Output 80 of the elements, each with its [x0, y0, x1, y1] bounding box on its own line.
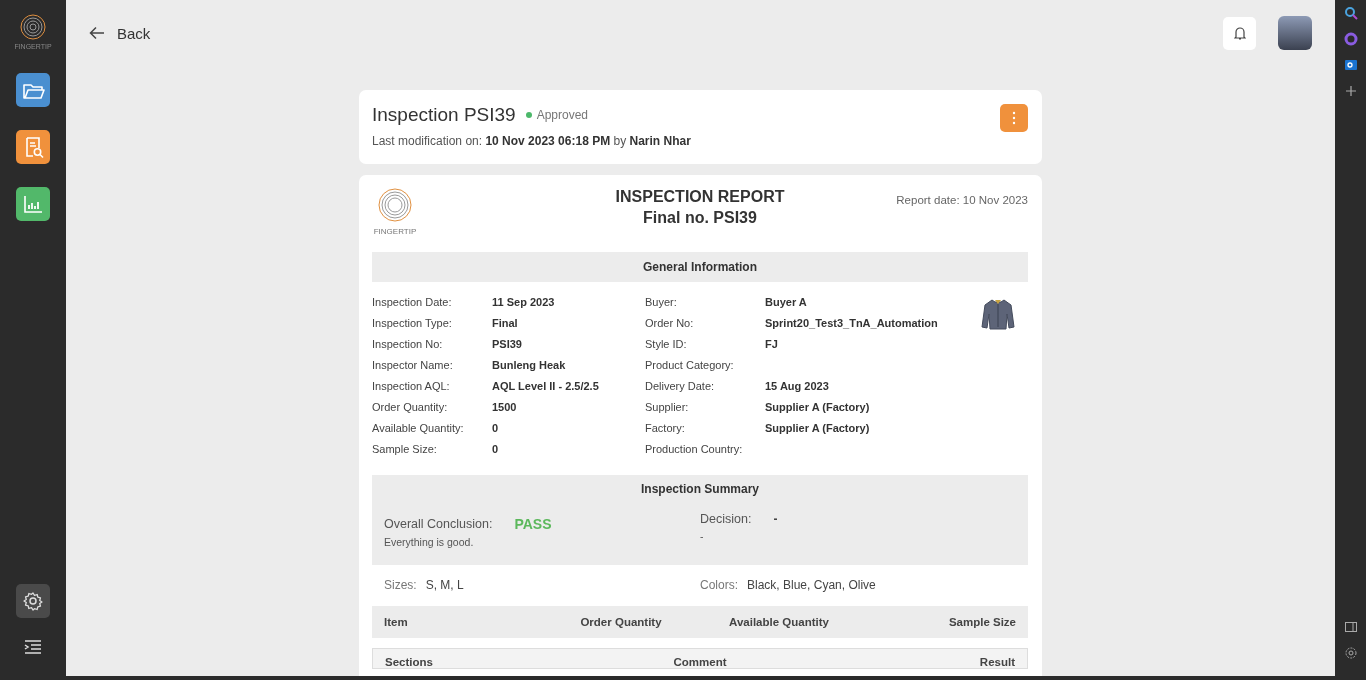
section-heading: Inspection Summary: [640, 482, 760, 496]
bell-icon: [1233, 26, 1246, 40]
decision-value: -: [773, 512, 778, 526]
back-button[interactable]: Back: [89, 24, 151, 42]
report-title: INSPECTION REPORT: [615, 188, 785, 206]
field-value: Bunleng Heak: [492, 359, 567, 373]
report-date: Report date: 10 Nov 2023: [895, 193, 1028, 206]
status-label: Approved: [536, 108, 589, 122]
field-label: Inspection Type:: [372, 317, 453, 331]
column-header: Item: [384, 616, 409, 628]
field-label: Order No:: [645, 317, 695, 331]
field-label: Inspection AQL:: [372, 380, 451, 394]
field-label: Style ID:: [645, 338, 688, 352]
field-label: Colors:: [700, 578, 738, 592]
field-label: Available Quantity:: [372, 422, 465, 436]
field-value: Sprint20_Test3_TnA_Automation: [765, 317, 939, 331]
field-value: AQL Level II - 2.5/2.5: [492, 380, 600, 394]
field-value: 1500: [492, 401, 518, 415]
field-value: 0: [492, 422, 500, 436]
sidebar-app-button[interactable]: [1343, 620, 1358, 634]
field-label: Decision:: [700, 512, 752, 526]
field-label: Factory:: [645, 422, 686, 436]
sidebar-app-button[interactable]: [1343, 6, 1358, 20]
fingerprint-logo-icon: [20, 14, 46, 40]
sidebar-app-button[interactable]: [1343, 58, 1358, 72]
circle-logo-icon: [1343, 32, 1358, 46]
sidebar-nav-button[interactable]: [16, 73, 50, 107]
field-value: FJ: [765, 338, 779, 352]
decision-note: -: [700, 530, 705, 542]
field-value: Final: [492, 317, 519, 331]
user-avatar[interactable]: [1278, 16, 1312, 50]
settings-icon: [23, 591, 43, 611]
field-label: Inspection Date:: [372, 296, 453, 310]
arrow-left-icon: [89, 26, 105, 40]
field-value: Supplier A (Factory): [765, 422, 871, 436]
mail-app-icon: [1343, 58, 1358, 72]
kebab-menu-icon: [1012, 111, 1016, 125]
field-label: Overall Conclusion:: [384, 517, 493, 531]
field-value: S, M, L: [425, 578, 464, 592]
conclusion-note: Everything is good.: [384, 536, 475, 548]
settings-icon: [1343, 646, 1358, 660]
field-label: Supplier:: [645, 401, 690, 415]
field-value: 11 Sep 2023: [492, 296, 556, 310]
fingerprint-logo-icon: [378, 188, 412, 222]
field-label: Sample Size:: [372, 443, 438, 457]
add-icon: [1343, 84, 1358, 98]
sidebar-nav-button[interactable]: [16, 187, 50, 221]
field-value: Black, Blue, Cyan, Olive: [747, 578, 876, 592]
field-label: Order Quantity:: [372, 401, 449, 415]
field-value: Supplier A (Factory): [765, 401, 871, 415]
field-value: PSI39: [492, 338, 523, 352]
field-label: Inspection No:: [372, 338, 444, 352]
field-label: Sizes:: [384, 578, 417, 592]
sidebar-nav-button[interactable]: [16, 130, 50, 164]
modification-info: Last modification on: 10 Nov 2023 06:18 PM by Narin Nhar: [372, 134, 691, 148]
report-subtitle: Final no. PSI39: [643, 209, 757, 227]
search-icon: [1343, 6, 1358, 20]
field-value: Buyer A: [765, 296, 808, 310]
field-label: Delivery Date:: [645, 380, 716, 394]
notification-button[interactable]: [1223, 16, 1256, 50]
column-header: Result: [978, 656, 1015, 668]
column-header: Available Quantity: [728, 616, 830, 628]
column-header: Comment: [672, 656, 728, 668]
column-header: Sections: [385, 656, 434, 668]
settings-button[interactable]: [16, 584, 50, 618]
field-value: 0: [492, 443, 500, 457]
column-header: Sample Size: [947, 616, 1016, 628]
inspection-title: Inspection PSI39: [372, 104, 516, 126]
field-value: 15 Aug 2023: [765, 380, 830, 394]
sidebar-toggle-icon: [1343, 620, 1358, 634]
logo-text: FINGERTIP: [373, 227, 417, 236]
column-header: Order Quantity: [579, 616, 663, 628]
section-heading: General Information: [372, 252, 1028, 282]
field-label: Buyer:: [645, 296, 678, 310]
status-dot: [525, 112, 532, 118]
menu-icon: [24, 639, 42, 655]
field-label: Product Category:: [645, 359, 735, 373]
field-label: Production Country:: [645, 443, 744, 457]
field-label: Inspector Name:: [372, 359, 454, 373]
conclusion-result: PASS: [514, 516, 552, 532]
